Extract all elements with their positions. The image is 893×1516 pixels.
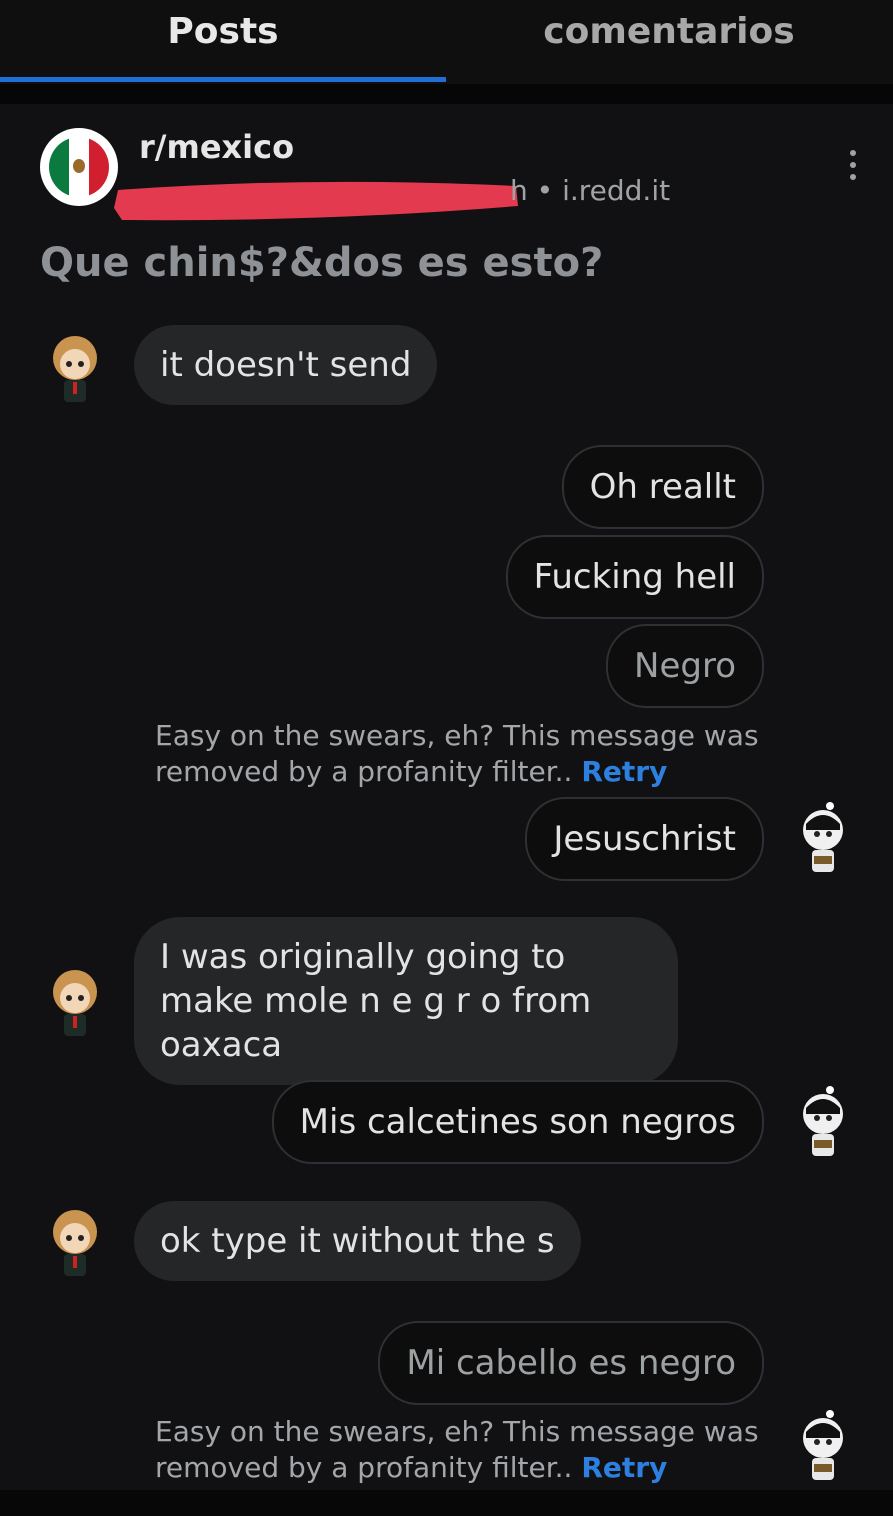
message-bubble-sent[interactable]: Mis calcetines son negros [271, 1080, 764, 1164]
active-tab-indicator [0, 77, 446, 82]
message-bubble-received[interactable]: ok type it without the s [134, 1201, 581, 1281]
profanity-removed-notice: Easy on the swears, eh? This message was… [155, 718, 775, 790]
user-avatar-icon [53, 1210, 97, 1276]
message-bubble-received[interactable]: it doesn't send [134, 325, 438, 405]
tab-bar: Posts comentarios [0, 0, 893, 84]
tab-comentarios[interactable]: comentarios [446, 0, 892, 84]
profanity-removed-notice: Easy on the swears, eh? This message was… [155, 1414, 775, 1486]
subreddit-name[interactable]: r/mexico [139, 128, 294, 166]
user-avatar-icon [53, 336, 97, 402]
mexico-flag-icon [49, 137, 109, 197]
user-avatar-icon [803, 1410, 843, 1480]
removed-notice-text: Easy on the swears, eh? This message was… [155, 719, 759, 788]
redaction-mark [114, 181, 518, 221]
user-avatar-icon [803, 1086, 843, 1156]
user-avatar-icon [803, 802, 843, 872]
message-bubble-sent[interactable]: Fucking hell [505, 535, 764, 619]
message-bubble-received[interactable]: I was originally going to make mole n e … [134, 917, 678, 1085]
post-title[interactable]: Que chin$?&dos es esto? [40, 240, 603, 286]
message-bubble-sent[interactable]: Oh reallt [561, 445, 764, 529]
user-avatar-icon [53, 970, 97, 1036]
retry-link[interactable]: Retry [581, 1451, 667, 1484]
message-bubble-sent-removed[interactable]: Mi cabello es negro [378, 1321, 764, 1405]
retry-link[interactable]: Retry [581, 755, 667, 788]
more-options-icon[interactable] [846, 150, 860, 186]
message-bubble-sent-removed[interactable]: Negro [606, 624, 764, 708]
subreddit-avatar[interactable] [40, 128, 118, 206]
message-bubble-sent[interactable]: Jesuschrist [525, 797, 764, 881]
divider [0, 84, 893, 104]
post-card [0, 104, 893, 1516]
removed-notice-text: Easy on the swears, eh? This message was… [155, 1415, 759, 1484]
bottom-edge [0, 1490, 893, 1516]
post-meta: h • i.redd.it [510, 174, 671, 207]
tab-posts[interactable]: Posts [0, 0, 446, 84]
